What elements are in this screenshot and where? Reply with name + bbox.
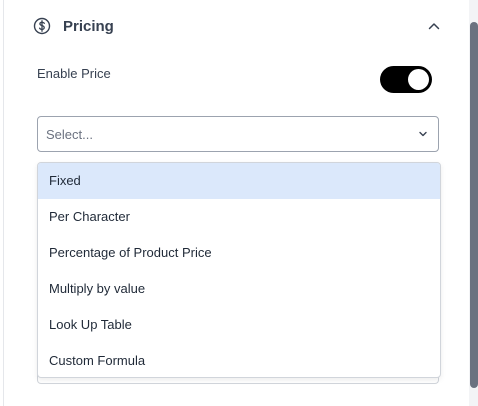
- option-percentage-of-product-price[interactable]: Percentage of Product Price: [38, 235, 440, 271]
- price-type-select[interactable]: Select...: [37, 116, 439, 152]
- pricing-panel: Pricing Enable Price Select... Fixed Per…: [3, 0, 469, 406]
- enable-price-label: Enable Price: [37, 66, 111, 81]
- section-title: Pricing: [63, 17, 114, 35]
- enable-price-toggle[interactable]: [380, 66, 432, 93]
- toggle-knob: [408, 69, 429, 90]
- chevron-down-icon: [416, 127, 430, 141]
- scrollbar-thumb[interactable]: [470, 22, 478, 388]
- option-fixed[interactable]: Fixed: [38, 163, 440, 199]
- option-multiply-by-value[interactable]: Multiply by value: [38, 271, 440, 307]
- chevron-up-icon[interactable]: [425, 17, 443, 35]
- dollar-circle-icon: [33, 17, 51, 35]
- option-per-character[interactable]: Per Character: [38, 199, 440, 235]
- select-placeholder: Select...: [46, 126, 93, 142]
- price-type-dropdown: Fixed Per Character Percentage of Produc…: [37, 162, 441, 378]
- pricing-section-header[interactable]: Pricing: [33, 12, 443, 40]
- option-look-up-table[interactable]: Look Up Table: [38, 307, 440, 343]
- option-custom-formula[interactable]: Custom Formula: [38, 343, 440, 377]
